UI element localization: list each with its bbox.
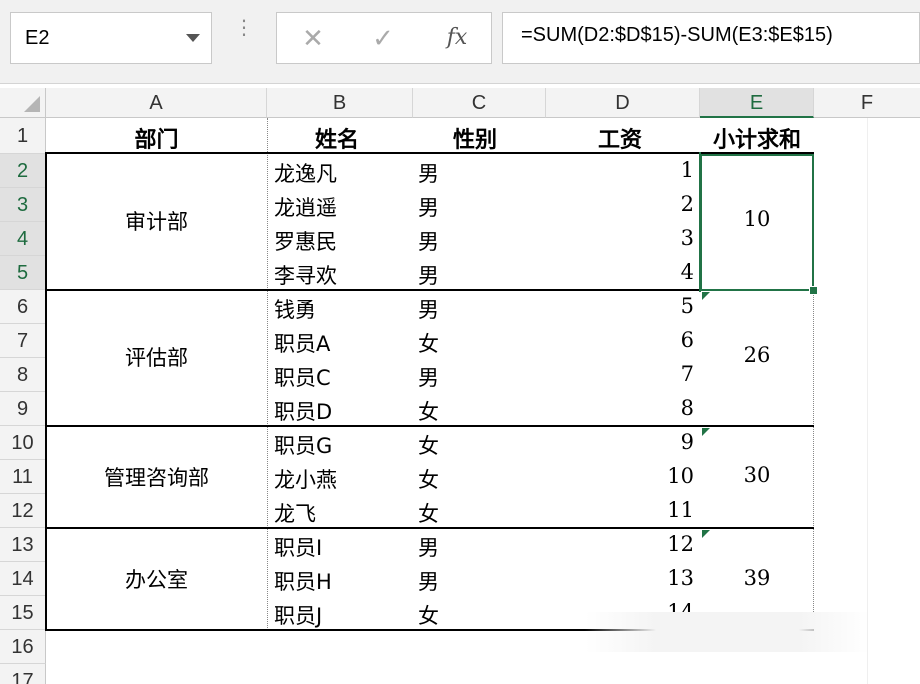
gender-cell[interactable]: 男 [418, 566, 478, 596]
header-name[interactable]: 姓名 [315, 122, 395, 153]
header-gender[interactable]: 性别 [453, 122, 533, 153]
border-line [45, 152, 47, 631]
name-box[interactable]: E2 [10, 12, 212, 64]
border-line [46, 527, 814, 529]
row-header-7[interactable]: 7 [0, 324, 46, 358]
formula-input[interactable]: =SUM(D2:$D$15)-SUM(E3:$E$15) [502, 12, 920, 64]
name-cell[interactable]: 龙逸凡 [274, 158, 404, 188]
salary-cell[interactable]: 11 [600, 498, 694, 528]
column-header-c[interactable]: C [413, 88, 546, 118]
fill-handle[interactable] [809, 286, 818, 295]
row-header-13[interactable]: 13 [0, 528, 46, 562]
gender-cell[interactable]: 男 [418, 226, 478, 256]
gender-cell[interactable]: 女 [418, 600, 478, 630]
gender-cell[interactable]: 男 [418, 260, 478, 290]
row-header-10[interactable]: 10 [0, 426, 46, 460]
gender-cell[interactable]: 女 [418, 328, 478, 358]
blurred-overlay [585, 612, 870, 652]
select-all-triangle-icon [24, 96, 40, 112]
error-indicator-icon[interactable] [702, 292, 710, 300]
header-dept[interactable]: 部门 [46, 122, 267, 153]
salary-cell[interactable]: 4 [600, 260, 694, 290]
name-cell[interactable]: 李寻欢 [274, 260, 404, 290]
border-line [46, 425, 814, 427]
row-header-12[interactable]: 12 [0, 494, 46, 528]
name-cell[interactable]: 职员H [274, 566, 404, 596]
salary-cell[interactable]: 6 [600, 328, 694, 358]
gender-cell[interactable]: 男 [418, 362, 478, 392]
error-indicator-icon[interactable] [702, 428, 710, 436]
gender-cell[interactable]: 男 [418, 158, 478, 188]
cancel-icon[interactable]: ✕ [298, 24, 328, 54]
dotted-border-b [267, 118, 268, 630]
row-header-8[interactable]: 8 [0, 358, 46, 392]
column-header-b[interactable]: B [267, 88, 413, 118]
salary-cell[interactable]: 13 [600, 566, 694, 596]
name-cell[interactable]: 罗惠民 [274, 226, 404, 256]
row-header-14[interactable]: 14 [0, 562, 46, 596]
confirm-icon[interactable]: ✓ [368, 24, 398, 54]
gender-cell[interactable]: 女 [418, 464, 478, 494]
name-cell[interactable]: 职员I [274, 532, 404, 562]
gender-cell[interactable]: 女 [418, 430, 478, 460]
salary-cell[interactable]: 10 [600, 464, 694, 494]
dotted-border-f [813, 290, 814, 612]
salary-cell[interactable]: 7 [600, 362, 694, 392]
name-cell[interactable]: 职员J [274, 600, 404, 630]
header-salary[interactable]: 工资 [598, 122, 678, 153]
name-cell[interactable]: 龙飞 [274, 498, 404, 528]
gender-cell[interactable]: 男 [418, 294, 478, 324]
grid-line [867, 118, 868, 684]
dept-cell-audit[interactable]: 审计部 [46, 206, 267, 238]
row-header-3[interactable]: 3 [0, 188, 46, 222]
row-header-17[interactable]: 17 [0, 664, 46, 684]
selected-range[interactable] [700, 154, 814, 291]
row-header-11[interactable]: 11 [0, 460, 46, 494]
subtotal-cell-evaluation[interactable]: 26 [700, 343, 814, 373]
row-header-1[interactable]: 1 [0, 118, 46, 154]
name-cell[interactable]: 龙小燕 [274, 464, 404, 494]
salary-cell[interactable]: 2 [600, 192, 694, 222]
salary-cell[interactable]: 1 [600, 158, 694, 188]
error-indicator-icon[interactable] [702, 530, 710, 538]
row-header-2[interactable]: 2 [0, 154, 46, 188]
name-cell[interactable]: 职员C [274, 362, 404, 392]
column-header-f[interactable]: F [814, 88, 920, 118]
salary-cell[interactable]: 8 [600, 396, 694, 426]
name-cell[interactable]: 职员G [274, 430, 404, 460]
row-header-16[interactable]: 16 [0, 630, 46, 664]
gender-cell[interactable]: 女 [418, 498, 478, 528]
chevron-down-icon[interactable] [186, 34, 200, 42]
dept-cell-office[interactable]: 办公室 [46, 564, 267, 596]
header-subtotal[interactable]: 小计求和 [700, 122, 814, 153]
salary-cell[interactable]: 9 [600, 430, 694, 460]
gender-cell[interactable]: 女 [418, 396, 478, 426]
row-header-6[interactable]: 6 [0, 290, 46, 324]
name-cell[interactable]: 职员A [274, 328, 404, 358]
name-cell[interactable]: 职员D [274, 396, 404, 426]
more-dots-icon[interactable]: ⋮ [234, 17, 254, 52]
salary-cell[interactable]: 3 [600, 226, 694, 256]
column-header-e[interactable]: E [700, 88, 814, 118]
row-header-15[interactable]: 15 [0, 596, 46, 630]
row-header-5[interactable]: 5 [0, 256, 46, 290]
dept-cell-evaluation[interactable]: 评估部 [46, 342, 267, 374]
gender-cell[interactable]: 男 [418, 192, 478, 222]
subtotal-cell-office[interactable]: 39 [700, 566, 814, 596]
column-header-d[interactable]: D [546, 88, 700, 118]
row-header-4[interactable]: 4 [0, 222, 46, 256]
salary-cell[interactable]: 5 [600, 294, 694, 324]
subtotal-cell-consulting[interactable]: 30 [700, 463, 814, 493]
name-cell[interactable]: 钱勇 [274, 294, 404, 324]
name-cell[interactable]: 龙逍遥 [274, 192, 404, 222]
column-header-a[interactable]: A [46, 88, 267, 118]
gender-cell[interactable]: 男 [418, 532, 478, 562]
salary-cell[interactable]: 12 [600, 532, 694, 562]
insert-function-icon[interactable]: fx [440, 22, 474, 54]
row-header-9[interactable]: 9 [0, 392, 46, 426]
dept-cell-consulting[interactable]: 管理咨询部 [46, 462, 267, 494]
